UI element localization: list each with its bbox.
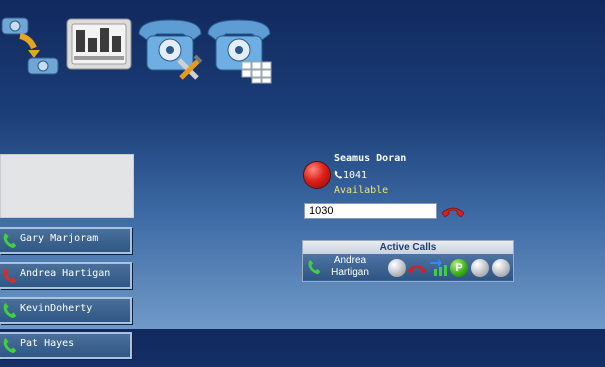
- contact-name: Andrea Hartigan: [20, 268, 111, 279]
- user-extension: 1041: [334, 170, 367, 181]
- user-presence-card: Seamus Doran 1041 Available: [303, 151, 503, 199]
- contact-item-gary-marjoram[interactable]: Gary Marjoram: [0, 227, 132, 254]
- extension-number: 1041: [343, 170, 368, 181]
- switchboard-icon[interactable]: [66, 18, 132, 70]
- active-calls-title: Active Calls: [303, 241, 513, 254]
- contact-name: Pat Hayes: [20, 338, 75, 349]
- phone-settings-icon[interactable]: [135, 12, 205, 84]
- contact-item-kevindoherty[interactable]: KevinDoherty: [0, 297, 132, 324]
- contact-detail-panel: [0, 154, 134, 218]
- phone-green-icon: [308, 259, 321, 275]
- phone-green-icon: [3, 233, 17, 248]
- active-call-row[interactable]: Andrea Hartigan P: [303, 254, 513, 280]
- user-status-text: Available: [334, 185, 389, 196]
- transfer-arrows-icon[interactable]: [428, 259, 448, 277]
- dial-number-input[interactable]: [304, 203, 437, 219]
- hangup-red-icon[interactable]: [407, 259, 427, 277]
- call-control-button[interactable]: [471, 259, 489, 277]
- active-calls-panel: Active Calls Andrea Hartigan P: [302, 240, 514, 282]
- call-transfer-icon[interactable]: [0, 8, 62, 78]
- park-call-button[interactable]: P: [450, 259, 468, 277]
- phone-green-icon: [3, 303, 17, 318]
- phone-red-icon: [3, 268, 17, 283]
- contact-list: Gary Marjoram Andrea Hartigan KevinDoher…: [0, 227, 132, 367]
- phone-green-icon: [3, 338, 17, 353]
- call-control-button[interactable]: [492, 259, 510, 277]
- user-name: Seamus Doran: [334, 153, 407, 164]
- phone-keypad-icon[interactable]: [204, 12, 274, 84]
- contact-name: Gary Marjoram: [20, 233, 99, 244]
- contact-name: KevinDoherty: [20, 303, 93, 314]
- toolbar: [0, 8, 290, 84]
- call-control-button[interactable]: [388, 259, 406, 277]
- presence-status-icon[interactable]: [304, 162, 330, 188]
- hangup-red-icon[interactable]: [440, 203, 466, 219]
- active-call-name: Andrea Hartigan: [331, 255, 369, 278]
- contact-item-andrea-hartigan[interactable]: Andrea Hartigan: [0, 262, 132, 289]
- phone-icon: [334, 170, 343, 179]
- contact-item-pat-hayes[interactable]: Pat Hayes: [0, 332, 132, 359]
